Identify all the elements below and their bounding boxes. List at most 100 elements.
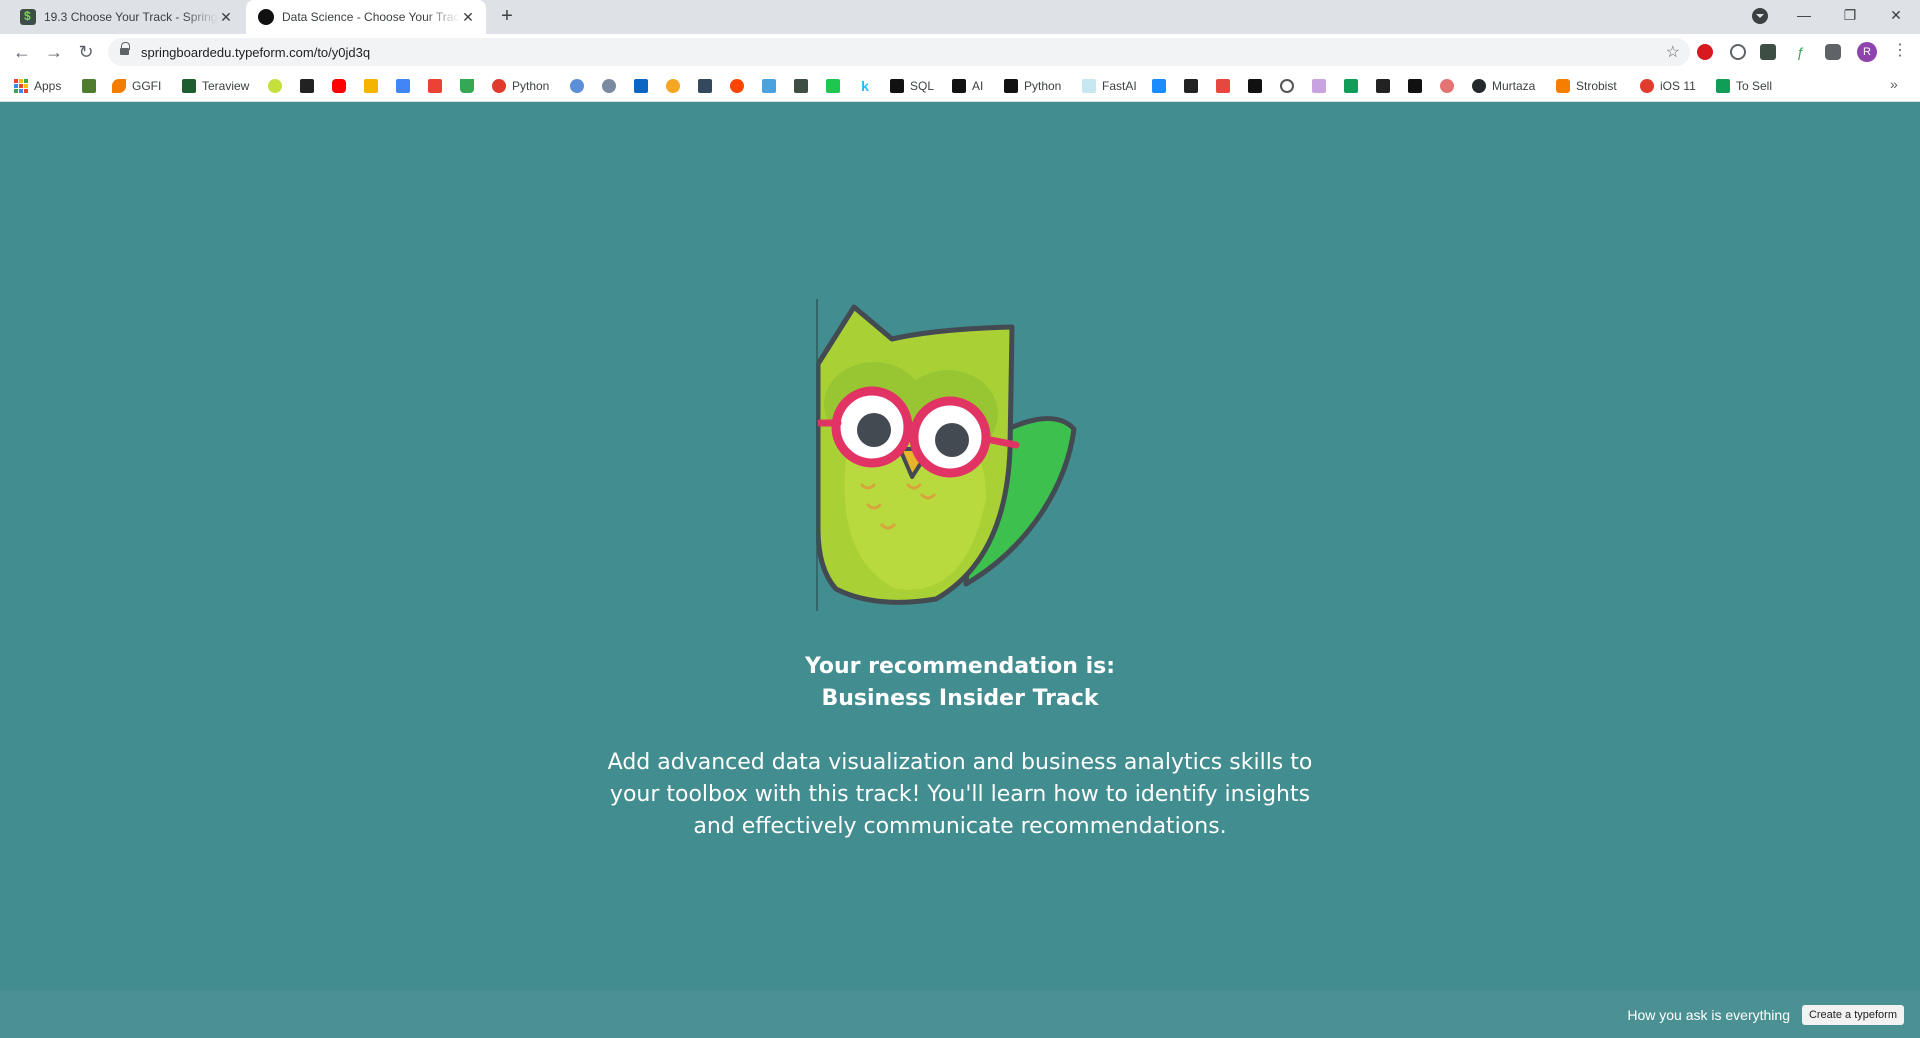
bookmark-chess[interactable] bbox=[82, 78, 96, 94]
bookmark-fastai[interactable]: FastAI bbox=[1082, 78, 1137, 94]
track-description: Add advanced data visualization and busi… bbox=[607, 750, 1313, 839]
bookmark-grid[interactable] bbox=[364, 78, 378, 94]
address-bar[interactable]: springboardedu.typeform.com/to/y0jd3q ☆ bbox=[108, 38, 1690, 66]
bookmark-reddit[interactable] bbox=[730, 78, 744, 94]
bookmark-strobist[interactable]: Strobist bbox=[1556, 78, 1617, 94]
bookmark-murtaza[interactable]: Murtaza bbox=[1472, 78, 1535, 94]
bookmark-springboard[interactable] bbox=[794, 78, 808, 94]
bookmark-python-medium[interactable]: Python bbox=[1004, 78, 1061, 94]
bookmark-tds[interactable] bbox=[698, 78, 712, 94]
bookmark-calendar[interactable] bbox=[396, 78, 410, 94]
doc-icon bbox=[1376, 79, 1390, 93]
ar-icon bbox=[1312, 79, 1326, 93]
bookmark-doc[interactable] bbox=[1376, 78, 1390, 94]
minimize-button[interactable]: — bbox=[1782, 0, 1826, 30]
linkedin-icon bbox=[634, 79, 648, 93]
typeform-footer: How you ask is everything Create a typef… bbox=[0, 990, 1920, 1038]
avatar[interactable]: R bbox=[1857, 42, 1877, 62]
github-icon bbox=[1472, 79, 1486, 93]
tab-springboard[interactable]: 19.3 Choose Your Track - Springboard ✕ bbox=[8, 0, 244, 34]
bookmark-ar[interactable] bbox=[1312, 78, 1326, 94]
ios-icon bbox=[1640, 79, 1654, 93]
url-text[interactable]: springboardedu.typeform.com/to/y0jd3q bbox=[141, 45, 370, 60]
bookmark-ph[interactable] bbox=[1408, 78, 1422, 94]
bookmark-infinity[interactable] bbox=[268, 78, 282, 94]
chart-icon bbox=[1216, 79, 1230, 93]
bookmark-label: Python bbox=[1024, 79, 1062, 93]
puzzle-icon[interactable] bbox=[1825, 44, 1841, 60]
bookmarks-overflow-icon[interactable]: » bbox=[1890, 76, 1898, 92]
create-typeform-button[interactable]: Create a typeform bbox=[1801, 1005, 1904, 1025]
bookmark-rstudio[interactable] bbox=[826, 78, 840, 94]
bookmark-label: FastAI bbox=[1102, 79, 1137, 93]
bookmark-kaggle[interactable]: k bbox=[858, 78, 872, 94]
bookmark-gmail[interactable] bbox=[428, 78, 442, 94]
bookmark-label: Python bbox=[512, 79, 550, 93]
menu-icon[interactable]: ⋮ bbox=[1892, 40, 1908, 62]
back-icon[interactable]: ← bbox=[8, 38, 36, 66]
tab-title: 19.3 Choose Your Track - Springboard bbox=[44, 10, 218, 24]
restore-button[interactable]: ❐ bbox=[1828, 0, 1872, 30]
springboard-extension-icon[interactable] bbox=[1760, 44, 1776, 60]
close-icon[interactable]: ✕ bbox=[218, 9, 234, 25]
globe-extension-icon[interactable] bbox=[1730, 44, 1746, 60]
teraview-icon bbox=[182, 79, 196, 93]
reddit-icon bbox=[730, 79, 744, 93]
tab-typeform[interactable]: Data Science - Choose Your Track ✕ bbox=[246, 0, 486, 34]
bookmark-ggfi[interactable]: GGFI bbox=[112, 78, 161, 94]
bookmark-bag[interactable] bbox=[300, 78, 314, 94]
bookmark-run[interactable] bbox=[1184, 78, 1198, 94]
bookmark-python[interactable]: Python bbox=[492, 78, 549, 94]
springboard-icon bbox=[20, 9, 36, 25]
lock-icon bbox=[120, 42, 130, 57]
bookmark-swirl[interactable] bbox=[1280, 78, 1294, 94]
bookmark-to-sell[interactable]: To Sell bbox=[1716, 78, 1772, 94]
fastai-icon bbox=[1082, 79, 1096, 93]
drop-icon bbox=[1152, 79, 1166, 93]
chess-icon bbox=[82, 79, 96, 93]
bookmark-chart[interactable] bbox=[1216, 78, 1230, 94]
bookmark-sheets[interactable] bbox=[1344, 78, 1358, 94]
gmail-icon bbox=[428, 79, 442, 93]
swirl-icon bbox=[1280, 79, 1294, 93]
bookmark-ai[interactable]: AI bbox=[952, 78, 983, 94]
bag-icon bbox=[300, 79, 314, 93]
chat-icon bbox=[602, 79, 616, 93]
bookmark-label: AI bbox=[972, 79, 984, 93]
bookmark-youtube[interactable] bbox=[332, 78, 346, 94]
window-close-button[interactable]: ✕ bbox=[1874, 0, 1918, 30]
sheets-icon bbox=[1344, 79, 1358, 93]
bookmark-coursera[interactable] bbox=[666, 78, 680, 94]
medium-icon bbox=[952, 79, 966, 93]
reload-icon[interactable]: ↻ bbox=[72, 38, 100, 66]
bookmark-target[interactable] bbox=[1440, 78, 1454, 94]
new-tab-button[interactable]: + bbox=[496, 6, 518, 28]
rstudio-icon bbox=[826, 79, 840, 93]
medium-icon bbox=[1004, 79, 1018, 93]
bookmark-ios[interactable]: iOS 11 bbox=[1640, 78, 1696, 94]
bookmark-label: iOS 11 bbox=[1660, 79, 1696, 93]
grid-icon bbox=[364, 79, 378, 93]
bookmark-apps[interactable]: Apps bbox=[14, 78, 61, 94]
springboard-icon bbox=[794, 79, 808, 93]
sheets-icon bbox=[1716, 79, 1730, 93]
bookmark-sql[interactable]: SQL bbox=[890, 78, 934, 94]
feedly-extension-icon[interactable]: ƒ bbox=[1792, 44, 1808, 60]
bookmark-link[interactable] bbox=[570, 78, 584, 94]
bookmark-label: Apps bbox=[34, 79, 62, 93]
apps-grid-icon bbox=[14, 79, 28, 93]
bookmark-chat[interactable] bbox=[602, 78, 616, 94]
bookmark-robot[interactable] bbox=[1248, 78, 1262, 94]
bookmark-teraview[interactable]: Teraview bbox=[182, 78, 249, 94]
forward-icon[interactable]: → bbox=[40, 38, 68, 66]
tab-search-icon[interactable] bbox=[1752, 8, 1768, 24]
bookmark-star-icon[interactable]: ☆ bbox=[1666, 42, 1680, 62]
opera-extension-icon[interactable] bbox=[1697, 44, 1713, 60]
close-icon[interactable]: ✕ bbox=[460, 9, 476, 25]
bookmark-ds[interactable] bbox=[762, 78, 776, 94]
bookmark-drive[interactable] bbox=[460, 78, 474, 94]
bookmark-linkedin[interactable] bbox=[634, 78, 648, 94]
bookmark-drop[interactable] bbox=[1152, 78, 1166, 94]
recommendation-block: Your recommendation is: Business Insider… bbox=[560, 651, 1360, 843]
tab-strip: 19.3 Choose Your Track - Springboard ✕ D… bbox=[0, 0, 1920, 34]
